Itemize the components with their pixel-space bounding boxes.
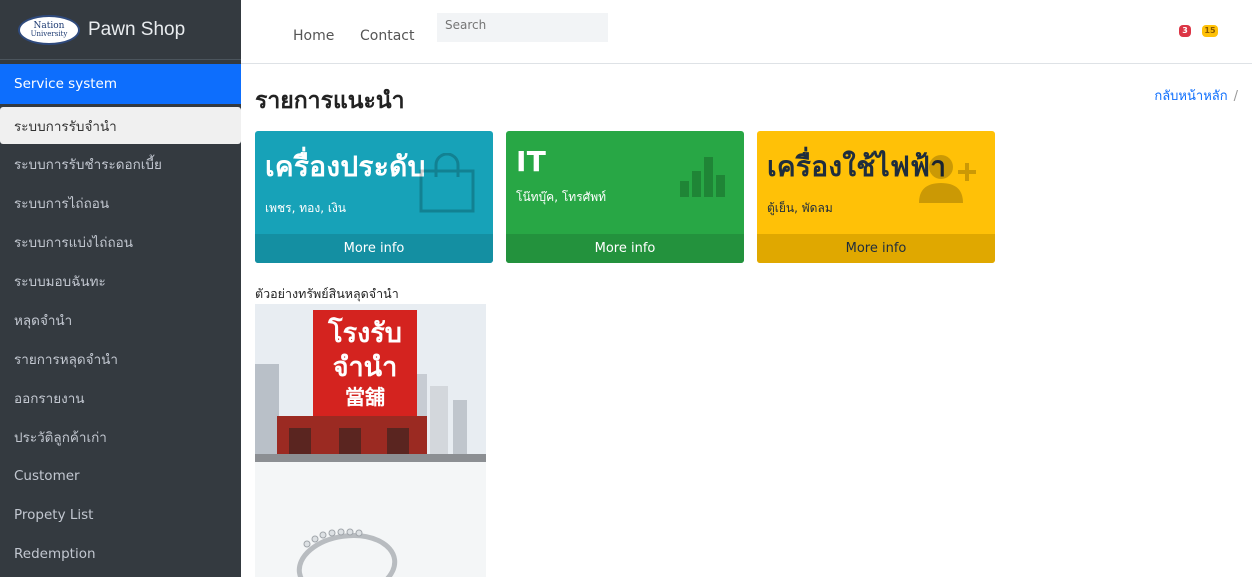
forfeited-assets-image: โรงรับ จำนำ 當舖: [255, 304, 486, 577]
sidebar-item-redeem[interactable]: ระบบการไถ่ถอน: [0, 183, 241, 222]
shopping-bag-icon: [419, 153, 475, 213]
brand-name: Pawn Shop: [88, 18, 186, 40]
small-box-jewelry: เครื่องประดับ เพชร, ทอง, เงิน More info: [255, 131, 493, 263]
sidebar-item-redemption[interactable]: Redemption: [0, 534, 241, 573]
sign-text-line1: โรงรับ: [327, 316, 402, 349]
sidebar-item-forfeit[interactable]: หลุดจำนำ: [0, 300, 241, 339]
sidebar: Nation University Pawn Shop Service syst…: [0, 0, 241, 577]
search-input[interactable]: [437, 13, 608, 42]
bar-chart-icon: [680, 157, 725, 197]
breadcrumb: กลับหน้าหลัก /: [1154, 85, 1238, 106]
more-info-link[interactable]: More info: [506, 234, 744, 263]
sidebar-item-reports[interactable]: ออกรายงาน: [0, 378, 241, 417]
section-label-forfeited-assets: ตัวอย่างทรัพย์สินหลุดจำนำ: [255, 286, 399, 301]
more-info-link[interactable]: More info: [757, 234, 995, 263]
user-plus-icon: [919, 155, 976, 203]
small-box-electrical: เครื่องใช้ไฟฟ้า ตู้เย็น, พัดลม More info: [757, 131, 995, 263]
page-title: รายการแนะนำ: [255, 88, 405, 114]
breadcrumb-home-link[interactable]: กลับหน้าหลัก: [1154, 89, 1227, 104]
brand-link[interactable]: Nation University Pawn Shop: [0, 0, 241, 60]
sign-text-line2: จำนำ: [333, 352, 398, 383]
small-box-it: IT โน๊ทบุ๊ค, โทรศัพท์ More info: [506, 131, 744, 263]
sidebar-item-customer-history[interactable]: ประวัติลูกค้าเก่า: [0, 417, 241, 456]
sidebar-item-pawn-receive[interactable]: ระบบการรับจำนำ: [0, 107, 241, 144]
logo-line2: University: [30, 29, 68, 38]
small-box-inner: IT โน๊ทบุ๊ค, โทรศัพท์: [506, 131, 744, 234]
sign-text-line3: 當舖: [345, 385, 385, 409]
top-navbar: Home Contact 3 15: [241, 0, 1252, 64]
notification-badge-red[interactable]: 3: [1179, 25, 1191, 37]
nav-link-contact[interactable]: Contact: [360, 28, 414, 44]
main-content: รายการแนะนำ กลับหน้าหลัก / เครื่องประดับ …: [241, 65, 1252, 577]
small-box-inner: เครื่องใช้ไฟฟ้า ตู้เย็น, พัดลม: [757, 131, 995, 234]
university-logo: Nation University: [18, 14, 80, 45]
sidebar-item-customer[interactable]: Customer: [0, 456, 241, 495]
nav-link-home[interactable]: Home: [293, 28, 334, 44]
notification-badge-yellow[interactable]: 15: [1202, 25, 1218, 37]
sidebar-item-property-list[interactable]: Propety List: [0, 495, 241, 534]
sidebar-item-forfeit-list[interactable]: รายการหลุดจำนำ: [0, 339, 241, 378]
breadcrumb-separator: /: [1233, 89, 1238, 104]
sidebar-item-power-of-attorney[interactable]: ระบบมอบฉันทะ: [0, 261, 241, 300]
small-box-inner: เครื่องประดับ เพชร, ทอง, เงิน: [255, 131, 493, 234]
app: Nation University Pawn Shop Service syst…: [0, 0, 1252, 577]
more-info-link[interactable]: More info: [255, 234, 493, 263]
sidebar-item-partial-redeem[interactable]: ระบบการแบ่งไถ่ถอน: [0, 222, 241, 261]
sidebar-item-interest-payment[interactable]: ระบบการรับชำระดอกเบี้ย: [0, 144, 241, 183]
sidebar-header-service-system[interactable]: Service system: [0, 64, 241, 104]
